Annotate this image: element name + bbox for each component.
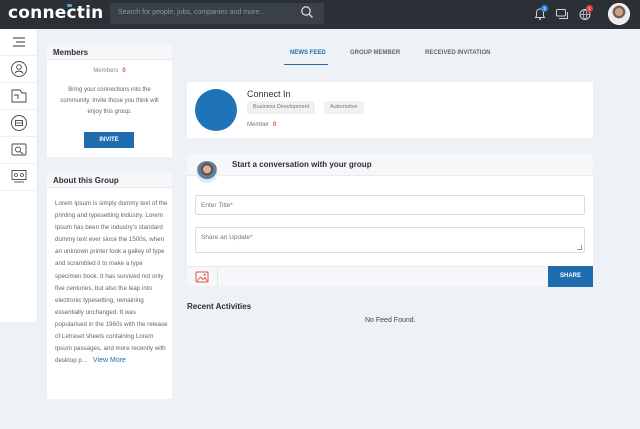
view-more-link[interactable]: View More [93, 357, 126, 364]
share-button[interactable]: SHARE [548, 266, 593, 287]
search-input[interactable]: Search for people, jobs, companies and m… [110, 3, 324, 24]
members-count-label: Members [93, 68, 119, 74]
connectin-logo[interactable]: connectin [8, 3, 103, 23]
member-label: Member [247, 122, 270, 128]
tab-received-invitation[interactable]: RECEIVED INVITATION [425, 50, 490, 56]
members-description: Bring your connections into the communit… [60, 87, 159, 115]
chat-icon[interactable] [555, 7, 569, 21]
group-avatar [195, 89, 237, 131]
groups-icon [11, 89, 27, 103]
rail-company[interactable] [0, 110, 38, 137]
hamburger-menu-icon [13, 37, 25, 47]
about-text: Lorem Ipsum is simply dummy text of the … [55, 200, 168, 365]
top-navbar: connectin Search for people, jobs, compa… [0, 0, 640, 29]
composer-heading: Start a conversation with your group [232, 160, 372, 169]
tag-automotive: Automotive [324, 101, 364, 114]
search-icon[interactable] [300, 5, 314, 19]
composer-avatar [195, 160, 219, 184]
rail-menu[interactable] [0, 29, 38, 56]
job-search-icon [11, 143, 27, 156]
recent-activities-title: Recent Activities [187, 302, 252, 311]
rail-people[interactable] [0, 56, 38, 83]
user-avatar[interactable] [608, 3, 630, 25]
member-count-value: 0 [273, 122, 277, 128]
globe-badge: 1 [586, 5, 593, 12]
members-card: Members Members 0 Bring your connections … [47, 43, 172, 157]
invite-button[interactable]: INVITE [84, 132, 134, 148]
textarea-resize-handle[interactable] [577, 245, 582, 250]
rail-groups[interactable] [0, 83, 38, 110]
update-textarea[interactable]: Share an Update* [195, 227, 585, 253]
no-feed-message: No Feed Found. [365, 317, 416, 324]
company-icon [11, 115, 27, 131]
title-input[interactable]: Enter Title* [195, 195, 585, 215]
members-card-title: Members [47, 43, 172, 60]
active-tab-indicator [284, 64, 328, 65]
about-group-card: About this Group Lorem Ipsum is simply d… [47, 171, 172, 399]
logo-accent [67, 4, 72, 7]
group-header-card: Connect In Business Development Automoti… [187, 82, 593, 138]
members-count-value: 0 [122, 68, 126, 74]
rail-jobs[interactable] [0, 137, 38, 164]
search-placeholder: Search for people, jobs, companies and m… [118, 9, 266, 16]
presentation-icon [11, 170, 27, 183]
update-placeholder: Share an Update* [201, 234, 253, 241]
post-composer: Start a conversation with your group Ent… [187, 154, 593, 287]
rail-events[interactable] [0, 164, 38, 191]
image-upload-icon[interactable] [195, 271, 209, 283]
tab-news-feed[interactable]: NEWS FEED [290, 50, 326, 56]
group-name: Connect In [247, 89, 291, 99]
tag-business-development: Business Development [247, 101, 316, 114]
left-icon-rail [0, 29, 38, 322]
tab-group-member[interactable]: GROUP MEMBER [350, 50, 400, 56]
about-card-title: About this Group [47, 171, 172, 188]
group-member-count: Member 0 [247, 122, 276, 128]
composer-footer [187, 266, 593, 287]
footer-divider [217, 267, 218, 287]
about-description: Lorem Ipsum is simply dummy text of the … [55, 198, 169, 367]
notification-badge: 1 [541, 5, 548, 12]
people-icon [11, 61, 27, 77]
members-count: Members 0 [47, 68, 172, 74]
